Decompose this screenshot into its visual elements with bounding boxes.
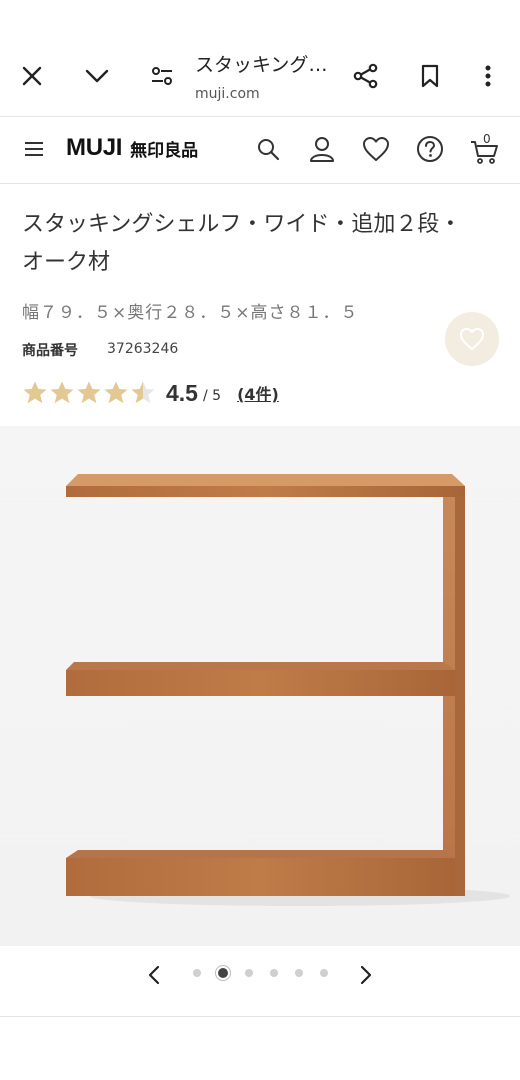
browser-toolbar: スタッキングシェルフ・ワイド・追加２段・オーク材 muji.com: [0, 0, 520, 117]
favorite-button[interactable]: [445, 312, 499, 366]
muji-logo[interactable]: MUJI 無印良品: [66, 134, 198, 162]
heart-outline-icon: [459, 327, 485, 351]
rating-stars: [22, 380, 156, 406]
rating-value: 4.5: [166, 379, 198, 406]
carousel-dot[interactable]: [218, 968, 228, 978]
chevron-down-icon[interactable]: [77, 56, 117, 96]
close-icon[interactable]: [12, 56, 52, 96]
star-half-icon: [131, 381, 155, 403]
product-image[interactable]: [0, 426, 520, 946]
page-domain[interactable]: muji.com: [195, 86, 260, 102]
chevron-right-icon[interactable]: [351, 960, 381, 990]
shelf-illustration: [66, 474, 510, 906]
star-full-icon: [23, 381, 47, 403]
carousel-dot[interactable]: [245, 969, 253, 977]
star-full-icon: [50, 381, 74, 403]
rating-row: 4.5 / 5 (4件): [22, 378, 279, 408]
review-count-link[interactable]: (4件): [237, 381, 279, 405]
bookmark-icon[interactable]: [410, 56, 450, 96]
star-full-icon: [77, 381, 101, 403]
product-number-value: 37263246: [107, 341, 179, 357]
product-dimensions: 幅７９．５×奥行２８．５×高さ８１．５: [22, 303, 359, 323]
carousel-dot[interactable]: [295, 969, 303, 977]
logo-text-jp: 無印良品: [130, 140, 199, 161]
site-header: MUJI 無印良品: [0, 117, 520, 184]
image-carousel-controls: [0, 946, 520, 1017]
carousel-dot[interactable]: [320, 969, 328, 977]
more-icon[interactable]: [468, 56, 508, 96]
cart-count: 0: [483, 132, 491, 146]
carousel-dot[interactable]: [270, 969, 278, 977]
account-icon[interactable]: [304, 131, 340, 167]
logo-text-en: MUJI: [66, 134, 123, 161]
page-title[interactable]: スタッキングシェルフ・ワイド・追加２段・オーク材: [195, 50, 335, 77]
carousel-dot[interactable]: [193, 969, 201, 977]
tune-icon[interactable]: [142, 56, 182, 96]
search-icon[interactable]: [250, 131, 286, 167]
star-full-icon: [104, 381, 128, 403]
share-icon[interactable]: [346, 56, 386, 96]
help-icon[interactable]: [412, 131, 448, 167]
chevron-left-icon[interactable]: [139, 960, 169, 990]
menu-icon[interactable]: [16, 131, 52, 167]
heart-icon[interactable]: [358, 131, 394, 167]
product-title: スタッキングシェルフ・ワイド・追加２段・オーク材: [22, 212, 462, 275]
rating-max: / 5: [202, 388, 222, 404]
product-number-label: 商品番号: [22, 343, 78, 359]
carousel-dots: [193, 968, 328, 978]
